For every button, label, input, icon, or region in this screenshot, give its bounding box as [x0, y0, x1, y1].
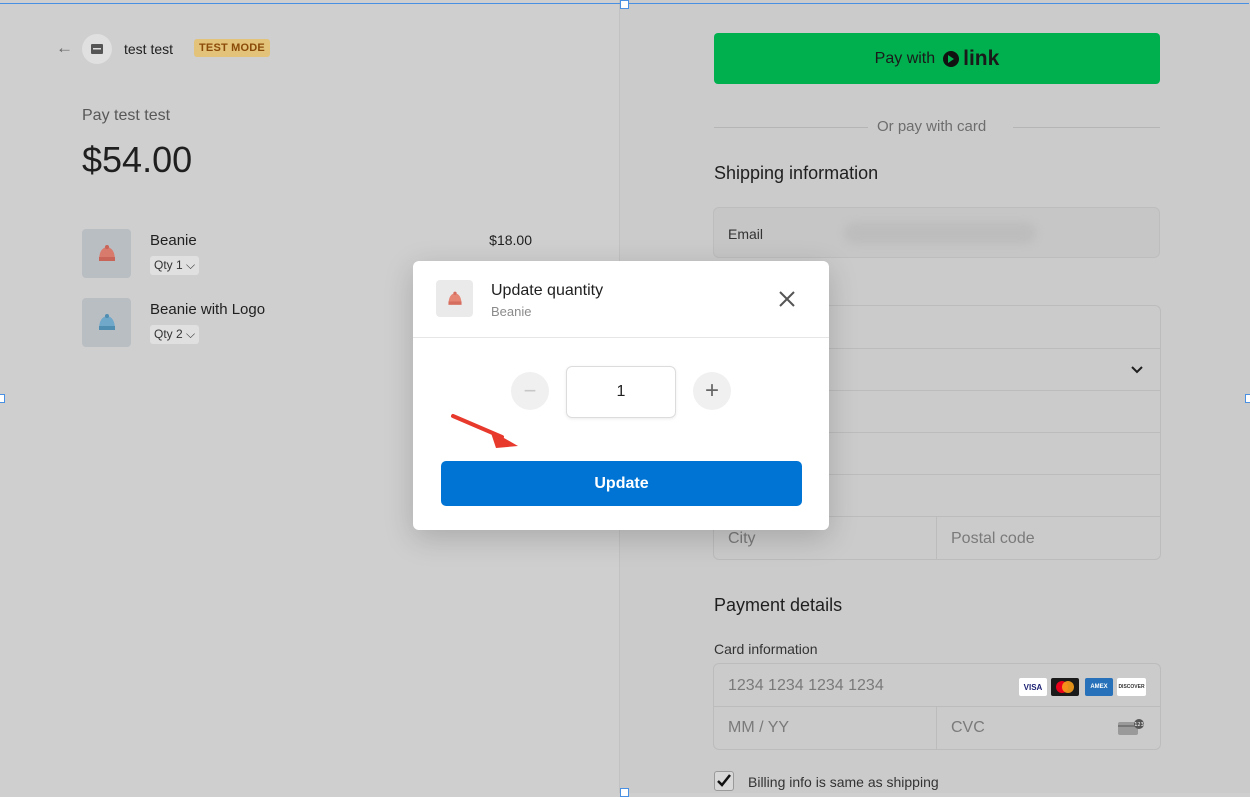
pay-with-link-button[interactable]: Pay with link — [714, 33, 1160, 84]
checkout-page: ← test test TEST MODE Pay test test $54.… — [0, 0, 1250, 797]
cvc-field[interactable]: CVC — [951, 719, 985, 737]
card-information-label: Card information — [714, 641, 818, 657]
resize-handle[interactable] — [1245, 394, 1250, 403]
quantity-label: Qty 1 — [154, 258, 183, 272]
email-label: Email — [728, 226, 764, 242]
country-select-chevron-icon[interactable] — [1130, 362, 1144, 380]
cvc-card-icon: 123 — [1117, 718, 1145, 736]
order-total: $54.00 — [82, 139, 193, 180]
item-name: Beanie with Logo — [150, 301, 266, 318]
decrement-button[interactable]: − — [511, 372, 549, 410]
field-divider — [714, 706, 1160, 707]
shipping-title: Shipping information — [714, 163, 879, 183]
quantity-dropdown[interactable]: Qty 1 ⌵ — [150, 256, 200, 275]
field-divider — [936, 516, 937, 559]
modal-title: Update quantity — [491, 282, 604, 299]
card-number-field[interactable]: 1234 1234 1234 1234 — [728, 677, 884, 695]
divider-line — [1013, 127, 1160, 128]
link-wordmark: link — [963, 46, 1000, 70]
postal-code-field[interactable]: Postal code — [951, 530, 1035, 548]
email-value-redacted — [844, 222, 1036, 244]
test-mode-badge: TEST MODE — [194, 39, 270, 57]
expiry-field[interactable]: MM / YY — [728, 719, 789, 737]
quantity-dropdown[interactable]: Qty 2 ⌵ — [150, 325, 200, 344]
beanie-icon — [82, 298, 131, 347]
link-button-label: Pay with — [874, 49, 936, 67]
quantity-label: Qty 2 — [154, 327, 183, 341]
beanie-icon — [82, 229, 131, 278]
city-field[interactable]: City — [728, 530, 756, 548]
or-text: Or pay with card — [877, 118, 987, 135]
svg-text:123: 123 — [1134, 722, 1144, 728]
amex-icon: AMEX — [1085, 678, 1113, 696]
quantity-input[interactable]: 1 — [566, 366, 676, 418]
discover-icon: DISCOVER — [1117, 678, 1146, 696]
merchant-name: test test — [124, 41, 174, 57]
field-divider — [936, 706, 937, 749]
annotation-arrow-icon — [451, 414, 518, 448]
email-field[interactable]: Email — [713, 207, 1160, 258]
resize-handle[interactable] — [0, 394, 5, 403]
update-quantity-modal: Update quantity Beanie − 1 + Update — [413, 261, 829, 530]
beanie-icon — [436, 280, 473, 317]
modal-subtitle: Beanie — [491, 304, 532, 319]
pay-label: Pay test test — [82, 107, 171, 124]
divider-line — [714, 127, 868, 128]
billing-checkbox[interactable] — [714, 771, 734, 791]
item-price: $18.00 — [489, 232, 532, 248]
resize-handle[interactable] — [620, 0, 629, 9]
item-name: Beanie — [150, 232, 197, 249]
or-divider: Or pay with card — [714, 118, 1160, 136]
storefront-icon — [82, 34, 112, 64]
close-icon[interactable] — [776, 288, 798, 310]
link-logo-icon — [943, 50, 960, 67]
visa-icon: VISA — [1019, 678, 1047, 696]
modal-divider — [413, 337, 829, 338]
update-button[interactable]: Update — [441, 461, 802, 506]
mastercard-icon — [1051, 678, 1079, 696]
increment-button[interactable]: + — [693, 372, 731, 410]
chevron-down-icon: ⌵ — [186, 327, 196, 341]
billing-same-label: Billing info is same as shipping — [748, 774, 939, 790]
chevron-down-icon: ⌵ — [186, 258, 196, 272]
payment-details-title: Payment details — [714, 595, 843, 615]
arrow-left-icon[interactable]: ← — [56, 38, 73, 58]
